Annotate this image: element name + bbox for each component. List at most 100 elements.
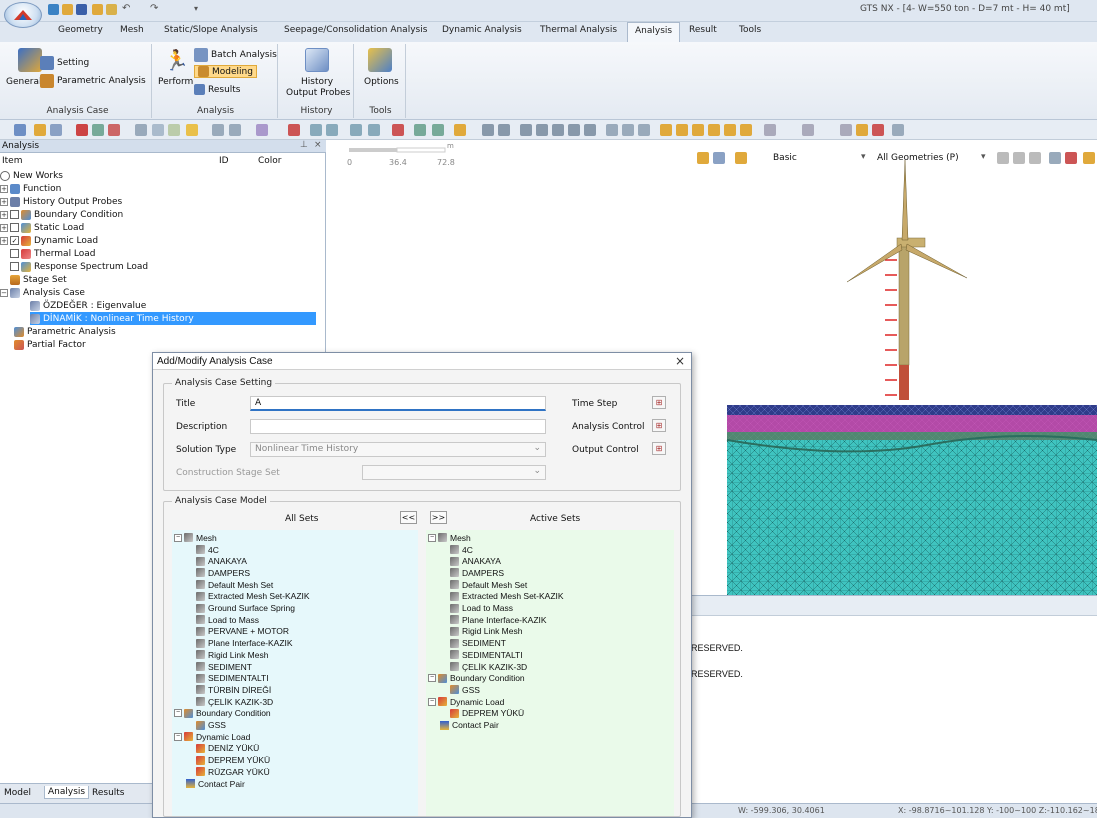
results-button[interactable]: Results [194,84,241,95]
toolbar-view-bottom-icon[interactable] [740,124,752,136]
app-menu-button[interactable] [4,2,42,28]
active-sets-list[interactable]: − Mesh 4C ANAKAYA DAMPERS Default Mesh Set Ext… [426,530,674,816]
all-sets-item[interactable]: DAMPERS [196,567,250,579]
toolbar-show-icon[interactable] [92,124,104,136]
all-sets-item[interactable]: ANAKAYA [196,555,247,567]
all-sets-item[interactable]: − Boundary Condition [174,708,271,720]
toolbar-iso2-icon[interactable] [802,124,814,136]
expand-icon[interactable]: + [0,236,8,245]
tree-item-function[interactable]: + Function [0,182,61,195]
toolbar-element-number-icon[interactable] [368,124,380,136]
help-icon[interactable] [1083,152,1095,164]
checkbox-checked[interactable]: ✓ [10,236,19,245]
undo-icon[interactable]: ↶ [122,4,133,15]
solution-type-select[interactable]: Nonlinear Time History ⌄ [250,442,546,457]
expand-icon[interactable]: + [0,197,8,206]
toolbar-view-top-icon[interactable] [724,124,736,136]
filter-icon[interactable] [997,152,1009,164]
active-sets-item[interactable]: Load to Mass [450,602,513,614]
active-sets-item[interactable]: Extracted Mesh Set-KAZIK [450,591,564,603]
toolbar-layout-icon[interactable] [606,124,618,136]
active-sets-item[interactable]: GSS [450,684,480,696]
toolbar-snap-icon[interactable] [186,124,198,136]
tab-thermal[interactable]: Thermal Analysis [540,25,617,35]
active-sets-item[interactable]: Rigid Link Mesh [450,626,522,638]
toolbar-view-back-icon[interactable] [676,124,688,136]
analysis-control-button[interactable]: ⊞ [652,419,666,432]
collapse-icon[interactable]: − [174,709,182,718]
view-mode-select[interactable]: Basic [773,153,797,163]
tree-item-analysis-case[interactable]: − Analysis Case [0,286,85,299]
active-sets-item[interactable]: ANAKAYA [450,555,501,567]
all-sets-item[interactable]: ÇELİK KAZIK-3D [196,696,273,708]
tab-analysis[interactable]: Analysis [627,22,681,42]
active-sets-item[interactable]: DAMPERS [450,567,504,579]
pin-icon[interactable]: ⊥ [300,140,308,150]
all-sets-item[interactable]: Contact Pair [186,778,245,790]
collapse-icon[interactable]: − [428,674,436,683]
toolbar-lock-icon[interactable] [50,124,62,136]
tab-geometry[interactable]: Geometry [58,25,103,35]
toolbar-query-icon[interactable] [392,124,404,136]
chevron-down-icon[interactable]: ▾ [981,152,986,162]
toolbar-render-icon[interactable] [840,124,852,136]
active-sets-item[interactable]: − Dynamic Load [428,696,504,708]
parametric-analysis-button[interactable]: Parametric Analysis [40,74,146,88]
toolbar-hash-icon[interactable] [256,124,268,136]
batch-analysis-button[interactable]: Batch Analysis [194,48,277,62]
all-sets-item[interactable]: TÜRBİN DİREĞİ [196,684,271,696]
tree-item-parametric-analysis[interactable]: Parametric Analysis [14,325,116,338]
toolbar-render2-icon[interactable] [856,124,868,136]
toolbar-line-icon[interactable] [229,124,241,136]
active-sets-item[interactable]: ÇELİK KAZIK-3D [450,661,527,673]
tab-seepage[interactable]: Seepage/Consolidation Analysis [284,25,427,35]
tab-tools[interactable]: Tools [739,25,761,35]
toolbar-view-right-icon[interactable] [708,124,720,136]
save-icon[interactable] [76,4,87,15]
all-sets-item[interactable]: − Dynamic Load [174,731,250,743]
active-sets-item[interactable]: − Mesh [428,532,471,544]
toolbar-axes2-icon[interactable] [638,124,650,136]
time-step-button[interactable]: ⊞ [652,396,666,409]
open-file-icon[interactable] [62,4,73,15]
toolbar-iso-icon[interactable] [764,124,776,136]
collapse-icon[interactable]: − [174,533,182,542]
pick-icon[interactable] [1049,152,1061,164]
expand-icon[interactable]: + [0,210,8,219]
toolbar-axis-icon[interactable] [152,124,164,136]
all-sets-item[interactable]: PERVANE + MOTOR [196,626,289,638]
toolbar-display-icon[interactable] [76,124,88,136]
toolbar-zoom-fit-icon[interactable] [498,124,510,136]
all-sets-item[interactable]: Rigid Link Mesh [196,649,268,661]
all-sets-item[interactable]: DENİZ YÜKÜ [196,743,259,755]
all-sets-item[interactable]: SEDIMENTALTI [196,672,269,684]
active-sets-item[interactable]: DEPREM YÜKÜ [450,708,524,720]
all-sets-item[interactable]: Ground Surface Spring [196,602,295,614]
checkbox[interactable] [10,210,19,219]
tab-analysis-panel[interactable]: Analysis [44,786,90,799]
all-sets-item[interactable]: 4C [196,544,219,556]
all-sets-item[interactable]: RÜZGAR YÜKÜ [196,766,270,778]
toolbar-measure-icon[interactable] [414,124,426,136]
options-button[interactable]: Options [364,77,399,87]
all-sets-item[interactable]: − Mesh [174,532,217,544]
general-button[interactable]: General [6,77,41,87]
redo-icon[interactable]: ↷ [150,4,161,15]
all-sets-item[interactable]: SEDIMENT [196,661,252,673]
toolbar-crosshair-icon[interactable] [584,124,596,136]
tree-item-stage-set[interactable]: Stage Set [10,273,67,286]
pick2-icon[interactable] [1065,152,1077,164]
toolbar-grid-icon[interactable] [135,124,147,136]
view-options-icon[interactable] [713,152,725,164]
active-sets-item[interactable]: SEDIMENT [450,637,506,649]
checkbox[interactable] [10,262,19,271]
all-sets-list[interactable]: − Mesh 4C ANAKAYA DAMPERS Default Mesh Set Ext… [172,530,418,816]
panel-close-icon[interactable]: × [314,140,322,150]
tab-model[interactable]: Model [4,788,31,798]
all-sets-item[interactable]: Extracted Mesh Set-KAZIK [196,591,310,603]
toolbar-hide-icon[interactable] [108,124,120,136]
tree-item-dynamic-load[interactable]: + ✓ Dynamic Load [0,234,98,247]
expand-icon[interactable]: + [0,184,8,193]
title-input[interactable]: A [250,396,546,411]
tree-item-dinamik-selected[interactable]: DİNAMİK : Nonlinear Time History [30,312,316,325]
